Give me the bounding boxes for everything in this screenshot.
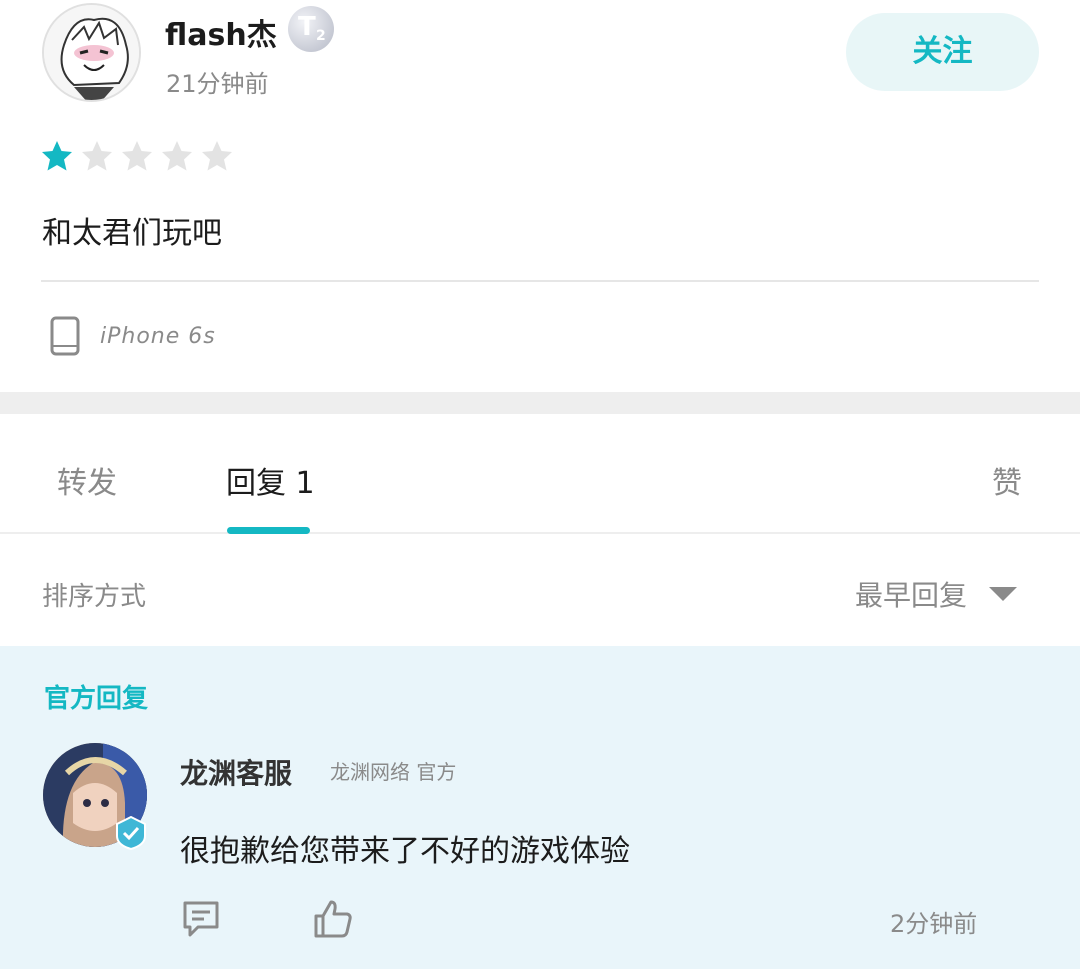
rating-stars bbox=[40, 139, 234, 173]
official-name[interactable]: 龙渊客服 bbox=[180, 752, 292, 792]
tab-reply[interactable]: 回复 1 bbox=[226, 458, 315, 502]
star-empty-icon bbox=[162, 141, 192, 171]
star-empty-icon bbox=[82, 141, 112, 171]
level-badge-number: 2 bbox=[316, 28, 326, 44]
chevron-down-icon bbox=[989, 587, 1018, 601]
post-time: 21分钟前 bbox=[166, 70, 269, 98]
review-header: flash杰 T 2 21分钟前 关注 bbox=[0, 0, 1080, 120]
section-separator bbox=[0, 392, 1080, 414]
sort-label: 排序方式 bbox=[42, 582, 147, 612]
level-badge: T 2 bbox=[288, 6, 334, 52]
tab-repost[interactable]: 转发 bbox=[57, 458, 117, 502]
active-tab-indicator bbox=[227, 527, 310, 534]
tab-like[interactable]: 赞 bbox=[992, 458, 1022, 502]
star-filled-icon bbox=[42, 141, 72, 171]
divider bbox=[41, 280, 1039, 282]
star-empty-icon bbox=[122, 141, 152, 171]
reply-actions bbox=[180, 898, 354, 940]
thumbs-up-icon[interactable] bbox=[312, 898, 354, 940]
star-empty-icon bbox=[202, 141, 232, 171]
avatar-drawing bbox=[44, 5, 139, 100]
sort-selected-value: 最早回复 bbox=[855, 579, 968, 612]
level-badge-letter: T bbox=[298, 12, 316, 42]
official-reply-title: 官方回复 bbox=[44, 684, 149, 714]
review-text: 和太君们玩吧 bbox=[42, 216, 222, 251]
follow-button[interactable]: 关注 bbox=[846, 13, 1039, 91]
device-name: iPhone 6s bbox=[100, 323, 216, 349]
official-reply: 官方回复 龙渊客服 龙渊网络 官方 很抱歉给您带来了不好的游戏体验 2分钟前 bbox=[0, 646, 1080, 969]
author-name[interactable]: flash杰 bbox=[165, 10, 277, 54]
phone-icon bbox=[50, 316, 80, 356]
reply-time: 2分钟前 bbox=[890, 910, 978, 938]
reply-tabs: 转发 回复 1 赞 bbox=[0, 414, 1080, 534]
author-avatar[interactable] bbox=[42, 3, 141, 102]
verified-icon bbox=[116, 816, 146, 850]
comment-icon[interactable] bbox=[180, 898, 222, 940]
sort-dropdown[interactable]: 最早回复 bbox=[855, 574, 1018, 614]
sort-row: 排序方式 最早回复 bbox=[0, 536, 1080, 646]
device-info: iPhone 6s bbox=[50, 316, 216, 356]
official-reply-text: 很抱歉给您带来了不好的游戏体验 bbox=[180, 834, 630, 869]
official-org: 龙渊网络 官方 bbox=[330, 760, 457, 784]
